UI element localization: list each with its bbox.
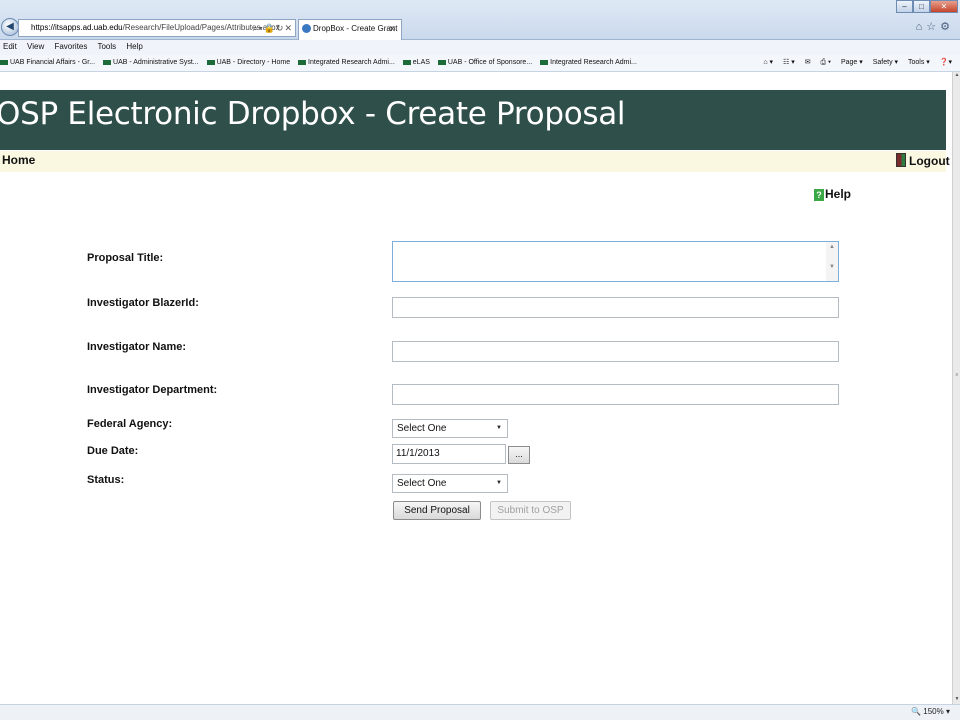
command-safety-menu[interactable]: Safety ▾ — [873, 59, 898, 66]
favorite-link[interactable]: Integrated Research Admi... — [298, 55, 395, 71]
status-selected: Select One — [397, 478, 447, 489]
due-date-input[interactable]: 11/1/2013 — [392, 444, 506, 464]
federal-agency-label: Federal Agency: — [87, 418, 173, 430]
status-label: Status: — [87, 474, 125, 486]
investigator-name-input[interactable] — [392, 341, 839, 362]
uab-favicon-icon — [103, 59, 112, 65]
favorite-link[interactable]: UAB Financial Affairs - Gr... — [0, 55, 95, 71]
scroll-down-icon[interactable]: ▼ — [953, 696, 960, 704]
tab-title: DropBox - Create Grant — [313, 24, 398, 33]
menu-favorites[interactable]: Favorites — [54, 42, 87, 51]
address-bar-icons[interactable]: ⌕▾🔒↻✕ — [253, 20, 293, 36]
close-tab-icon[interactable]: ✕ — [388, 20, 396, 38]
address-bar[interactable]: https://itsapps.ad.uab.edu/Research/File… — [18, 19, 296, 37]
close-window-button[interactable]: ✕ — [930, 0, 958, 13]
federal-agency-select[interactable]: Select One ▼ — [392, 419, 508, 438]
blazer-id-input[interactable] — [392, 297, 839, 318]
investigator-name-label: Investigator Name: — [87, 341, 187, 353]
nav-bar: Home Logout — [0, 151, 950, 172]
ie-favicon-icon — [302, 24, 311, 33]
status-bar: 🔍 150% ▾ — [0, 704, 960, 720]
logout-door-icon — [896, 153, 906, 167]
dropdown-arrow-icon: ▼ — [496, 480, 502, 486]
ie-favicon-icon — [402, 59, 411, 65]
menu-bar: Edit View Favorites Tools Help — [0, 40, 960, 55]
address-host: https://itsapps.ad.uab.edu — [31, 23, 123, 32]
menu-help[interactable]: Help — [126, 42, 142, 51]
command-feeds-icon[interactable]: ☷ ▾ — [783, 59, 795, 66]
send-proposal-button[interactable]: Send Proposal — [393, 501, 481, 520]
investigator-department-label: Investigator Department: — [87, 384, 218, 396]
textarea-scrollbar[interactable]: ▲ ▼ — [826, 242, 838, 281]
command-print-icon[interactable]: ⎙ ▾ — [821, 59, 832, 66]
menu-tools[interactable]: Tools — [97, 42, 116, 51]
help-question-icon: ? — [814, 189, 824, 201]
page-title: OSP Electronic Dropbox - Create Proposal — [0, 96, 626, 132]
investigator-department-input[interactable] — [392, 384, 839, 405]
logout-link[interactable]: Logout — [896, 153, 950, 168]
favorite-link[interactable]: Integrated Research Admi... — [540, 55, 637, 71]
command-home-icon[interactable]: ⌂ ▾ — [763, 59, 773, 66]
browser-toolbar: ◀ https://itsapps.ad.uab.edu/Research/Fi… — [0, 0, 960, 40]
proposal-title-input[interactable] — [392, 241, 839, 282]
favicon-icon — [0, 59, 8, 65]
uab-favicon-icon — [437, 59, 446, 65]
scroll-grip-icon[interactable]: ≡ — [953, 372, 960, 382]
submit-to-osp-button[interactable]: Submit to OSP — [490, 501, 571, 520]
command-bar: ⌂ ▾ ☷ ▾ ✉ ⎙ ▾ Page ▾ Safety ▾ Tools ▾ ❓▾ — [755, 55, 952, 71]
window-controls: – □ ✕ — [896, 0, 958, 14]
favorite-link[interactable]: eLAS — [402, 55, 430, 71]
page-scrollbar[interactable]: ▲ ≡ ▼ — [952, 72, 960, 704]
favorite-link[interactable]: UAB - Office of Sponsore... — [437, 55, 532, 71]
uab-favicon-icon — [206, 59, 215, 65]
browser-tab-active[interactable]: DropBox - Create Grant ✕ — [298, 19, 402, 40]
zoom-level[interactable]: 🔍 150% ▾ — [911, 707, 950, 716]
proposal-title-label: Proposal Title: — [87, 252, 164, 264]
menu-edit[interactable]: Edit — [3, 42, 17, 51]
home-link[interactable]: Home — [2, 153, 35, 167]
uab-favicon-icon — [540, 59, 549, 65]
help-link[interactable]: ? Help — [814, 187, 851, 201]
date-picker-button[interactable]: ... — [508, 446, 530, 464]
command-help-icon[interactable]: ❓▾ — [940, 59, 952, 66]
status-select[interactable]: Select One ▼ — [392, 474, 508, 493]
dropdown-arrow-icon: ▼ — [496, 425, 502, 431]
page-header: OSP Electronic Dropbox - Create Proposal — [0, 90, 946, 150]
command-tools-menu[interactable]: Tools ▾ — [908, 59, 930, 66]
maximize-button[interactable]: □ — [913, 0, 930, 13]
favorites-bar: UAB Financial Affairs - Gr... UAB - Admi… — [0, 55, 960, 72]
menu-view[interactable]: View — [27, 42, 44, 51]
minimize-button[interactable]: – — [896, 0, 913, 13]
uab-favicon-icon — [298, 59, 307, 65]
due-date-label: Due Date: — [87, 445, 139, 457]
back-arrow-icon: ◀ — [1, 18, 19, 36]
favorite-link[interactable]: UAB - Administrative Syst... — [103, 55, 199, 71]
scroll-up-icon[interactable]: ▲ — [953, 72, 960, 80]
federal-agency-selected: Select One — [397, 423, 447, 434]
home-star-gear-icons[interactable]: ⌂☆⚙ — [916, 20, 954, 33]
command-mail-icon[interactable]: ✉ — [805, 59, 811, 66]
blazer-id-label: Investigator BlazerId: — [87, 297, 199, 309]
command-page-menu[interactable]: Page ▾ — [841, 59, 863, 66]
favorite-link[interactable]: UAB - Directory - Home — [206, 55, 290, 71]
